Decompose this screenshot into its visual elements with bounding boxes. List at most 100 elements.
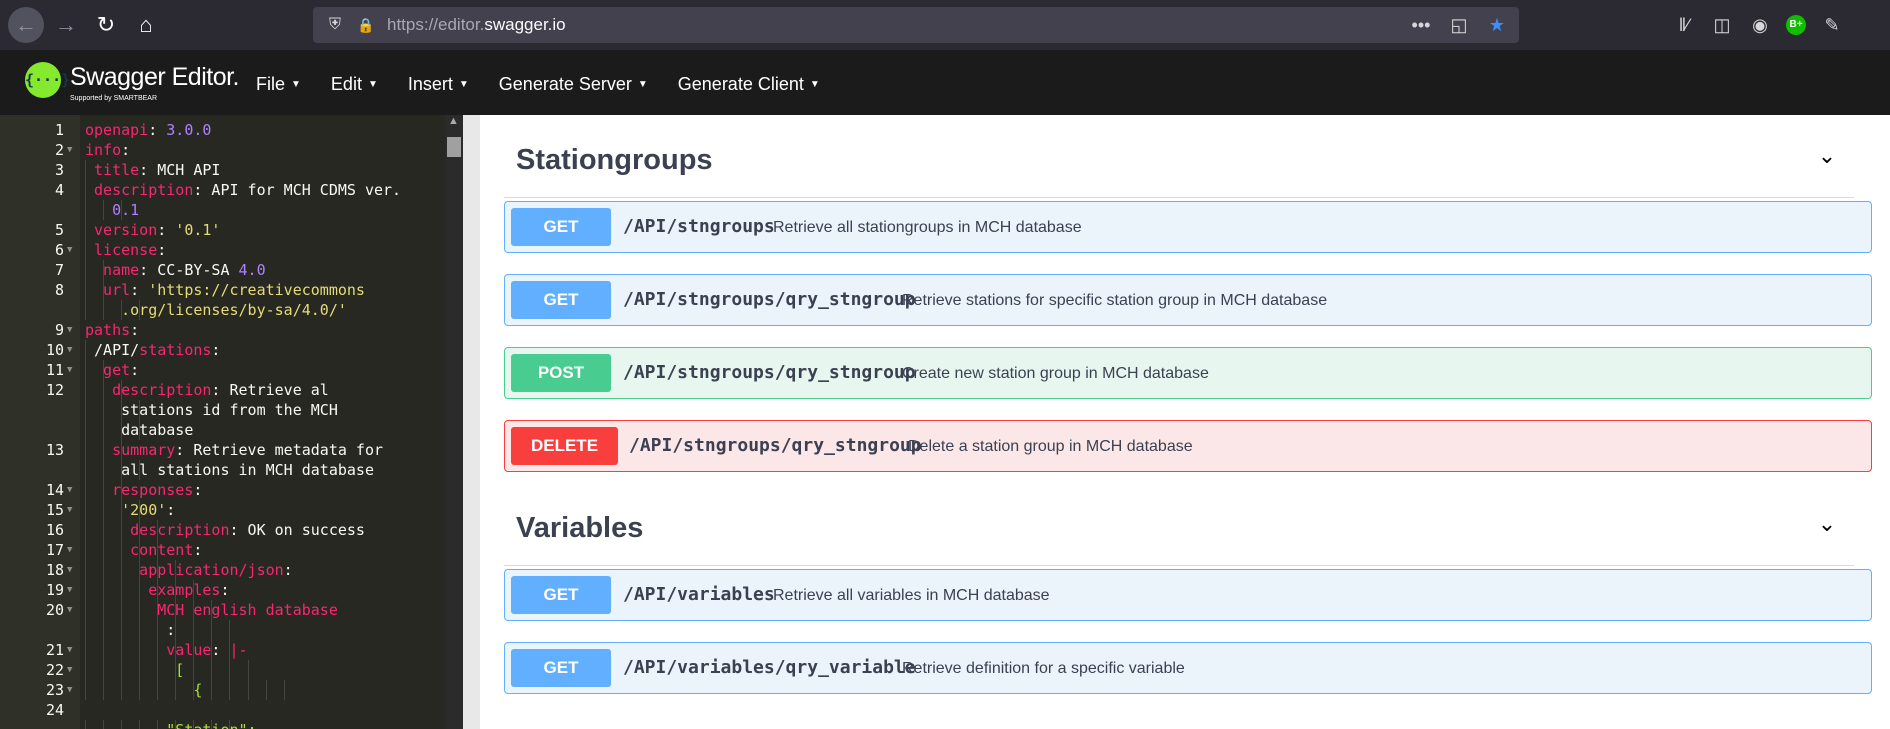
account-icon[interactable]: ◉ <box>1748 13 1772 37</box>
code-line[interactable]: stations id from the MCH <box>0 400 445 420</box>
fold-arrow-icon[interactable]: ▼ <box>67 600 72 620</box>
fold-arrow-icon[interactable]: ▼ <box>67 320 72 340</box>
url-prefix: https://editor. <box>387 15 485 34</box>
code-line[interactable]: 19 ▼ examples: <box>0 580 445 600</box>
indent-guide <box>121 520 123 540</box>
code-line[interactable]: 2 ▼ info: <box>0 140 445 160</box>
code-line[interactable]: 1 openapi: 3.0.0 <box>0 120 445 140</box>
address-bar[interactable]: ⛨ 🔒 https://editor.swagger.io ••• ◱ ★ <box>313 7 1519 43</box>
indent-guide <box>247 660 249 680</box>
indent-guide <box>139 680 141 700</box>
code-line[interactable]: 14 ▼ responses: <box>0 480 445 500</box>
code-text: application/json: <box>139 560 293 580</box>
bookmark-star-icon[interactable]: ★ <box>1485 13 1509 37</box>
fold-arrow-icon[interactable]: ▼ <box>67 560 72 580</box>
code-line[interactable]: 20 ▼ MCH english database <box>0 600 445 620</box>
editor-scrollbar[interactable]: ▲ <box>445 115 463 729</box>
fold-arrow-icon[interactable]: ▼ <box>67 680 72 700</box>
menu-generate-client[interactable]: Generate Client ▼ <box>678 72 820 97</box>
code-line[interactable]: 8 url: 'https://creativecommons <box>0 280 445 300</box>
operation-path: /API/stngroups/qry_stngroup <box>629 435 922 456</box>
indent-guide <box>85 720 86 729</box>
indent-guide <box>103 580 105 600</box>
fold-arrow-icon[interactable]: ▼ <box>67 360 72 380</box>
indent-guide <box>211 620 213 640</box>
menu-insert[interactable]: Insert ▼ <box>408 72 469 97</box>
lock-icon[interactable]: 🔒 <box>357 16 375 34</box>
code-line[interactable]: 9 ▼ paths: <box>0 320 445 340</box>
operation-row[interactable]: GET /API/stngroups/qry_stngroup Retrieve… <box>504 274 1872 326</box>
chevron-down-icon[interactable]: ⌄ <box>1812 141 1842 171</box>
code-line[interactable]: 15 ▼ '200': <box>0 500 445 520</box>
section-header-variables[interactable]: Variables ⌄ <box>504 487 1854 566</box>
code-line[interactable]: all stations in MCH database <box>0 460 445 480</box>
chevron-down-icon[interactable]: ⌄ <box>1812 509 1842 539</box>
code-token: /API/ <box>94 341 140 359</box>
code-line[interactable]: 0.1 <box>0 200 445 220</box>
indent-guide <box>103 440 105 460</box>
code-line[interactable]: 5 version: '0.1' <box>0 220 445 240</box>
code-line[interactable]: 18 ▼ application/json: <box>0 560 445 580</box>
back-icon[interactable]: ← <box>8 7 44 43</box>
code-line[interactable]: 22 ▼ [ <box>0 660 445 680</box>
code-line[interactable]: 12 description: Retrieve al <box>0 380 445 400</box>
code-token: : <box>193 541 203 559</box>
fold-arrow-icon[interactable]: ▼ <box>67 340 72 360</box>
code-text: examples: <box>148 580 229 600</box>
code-line[interactable]: database <box>0 420 445 440</box>
code-line[interactable]: 21 ▼ value: |- <box>0 640 445 660</box>
code-line[interactable]: 24 <box>0 700 445 720</box>
indent-guide <box>85 540 86 560</box>
fold-arrow-icon[interactable]: ▼ <box>67 480 72 500</box>
menu-file[interactable]: File ▼ <box>256 72 301 97</box>
code-line[interactable]: .org/licenses/by-sa/4.0/' <box>0 300 445 320</box>
operation-row[interactable]: DELETE /API/stngroups/qry_stngroup Delet… <box>504 420 1872 472</box>
reload-icon[interactable]: ↻ <box>88 7 124 43</box>
code-line[interactable]: 11 ▼ get: <box>0 360 445 380</box>
url-text[interactable]: https://editor.swagger.io <box>387 15 566 35</box>
extension-badge-icon[interactable]: B+ <box>1786 15 1806 35</box>
operation-row[interactable]: GET /API/stngroups Retrieve all stationg… <box>504 201 1872 253</box>
section-header-stationgroups[interactable]: Stationgroups ⌄ <box>504 119 1854 198</box>
code-token: stations id from the MCH <box>121 401 338 419</box>
code-line[interactable]: 23 ▼ { <box>0 680 445 700</box>
pane-divider[interactable] <box>463 115 480 729</box>
extension-pencil-icon[interactable]: ✎ <box>1820 13 1844 37</box>
library-icon[interactable]: ‖∕ <box>1672 13 1696 37</box>
code-line[interactable]: 10 ▼ /API/stations: <box>0 340 445 360</box>
code-line[interactable]: 3 title: MCH API <box>0 160 445 180</box>
code-line[interactable]: "Station": <box>0 720 445 729</box>
operation-row[interactable]: POST /API/stngroups/qry_stngroup Create … <box>504 347 1872 399</box>
yaml-editor[interactable]: 1 openapi: 3.0.0 2 ▼ info: 3 title: MCH API 4 de… <box>0 115 463 729</box>
operation-summary: Create new station group in MCH database <box>902 365 1209 382</box>
code-line[interactable]: 4 description: API for MCH CDMS ver. <box>0 180 445 200</box>
sidebar-icon[interactable]: ◫ <box>1710 13 1734 37</box>
code-line[interactable]: 17 ▼ content: <box>0 540 445 560</box>
fold-arrow-icon[interactable]: ▼ <box>67 580 72 600</box>
code-line[interactable]: 6 ▼ license: <box>0 240 445 260</box>
code-line[interactable]: 13 summary: Retrieve metadata for <box>0 440 445 460</box>
fold-arrow-icon[interactable]: ▼ <box>67 140 72 160</box>
home-icon[interactable]: ⌂ <box>128 7 164 43</box>
tracking-shield-icon[interactable]: ⛨ <box>325 15 345 35</box>
fold-arrow-icon[interactable]: ▼ <box>67 500 72 520</box>
indent-guide <box>103 540 105 560</box>
code-line[interactable]: : <box>0 620 445 640</box>
fold-arrow-icon[interactable]: ▼ <box>67 660 72 680</box>
code-line[interactable]: 7 name: CC-BY-SA 4.0 <box>0 260 445 280</box>
menu-edit[interactable]: Edit ▼ <box>331 72 378 97</box>
indent-guide <box>139 660 141 680</box>
code-line[interactable]: 16 description: OK on success <box>0 520 445 540</box>
pocket-icon[interactable]: ◱ <box>1447 13 1471 37</box>
forward-icon[interactable]: → <box>48 7 84 43</box>
operation-row[interactable]: GET /API/variables Retrieve all variable… <box>504 569 1872 621</box>
scroll-up-icon[interactable]: ▲ <box>448 115 459 127</box>
scrollbar-thumb[interactable] <box>447 137 461 157</box>
menu-generate-server[interactable]: Generate Server ▼ <box>499 72 648 97</box>
fold-arrow-icon[interactable]: ▼ <box>67 240 72 260</box>
fold-arrow-icon[interactable]: ▼ <box>67 540 72 560</box>
operation-row[interactable]: GET /API/variables/qry_variable Retrieve… <box>504 642 1872 694</box>
indent-guide <box>157 720 159 729</box>
page-actions-icon[interactable]: ••• <box>1409 13 1433 37</box>
fold-arrow-icon[interactable]: ▼ <box>67 640 72 660</box>
